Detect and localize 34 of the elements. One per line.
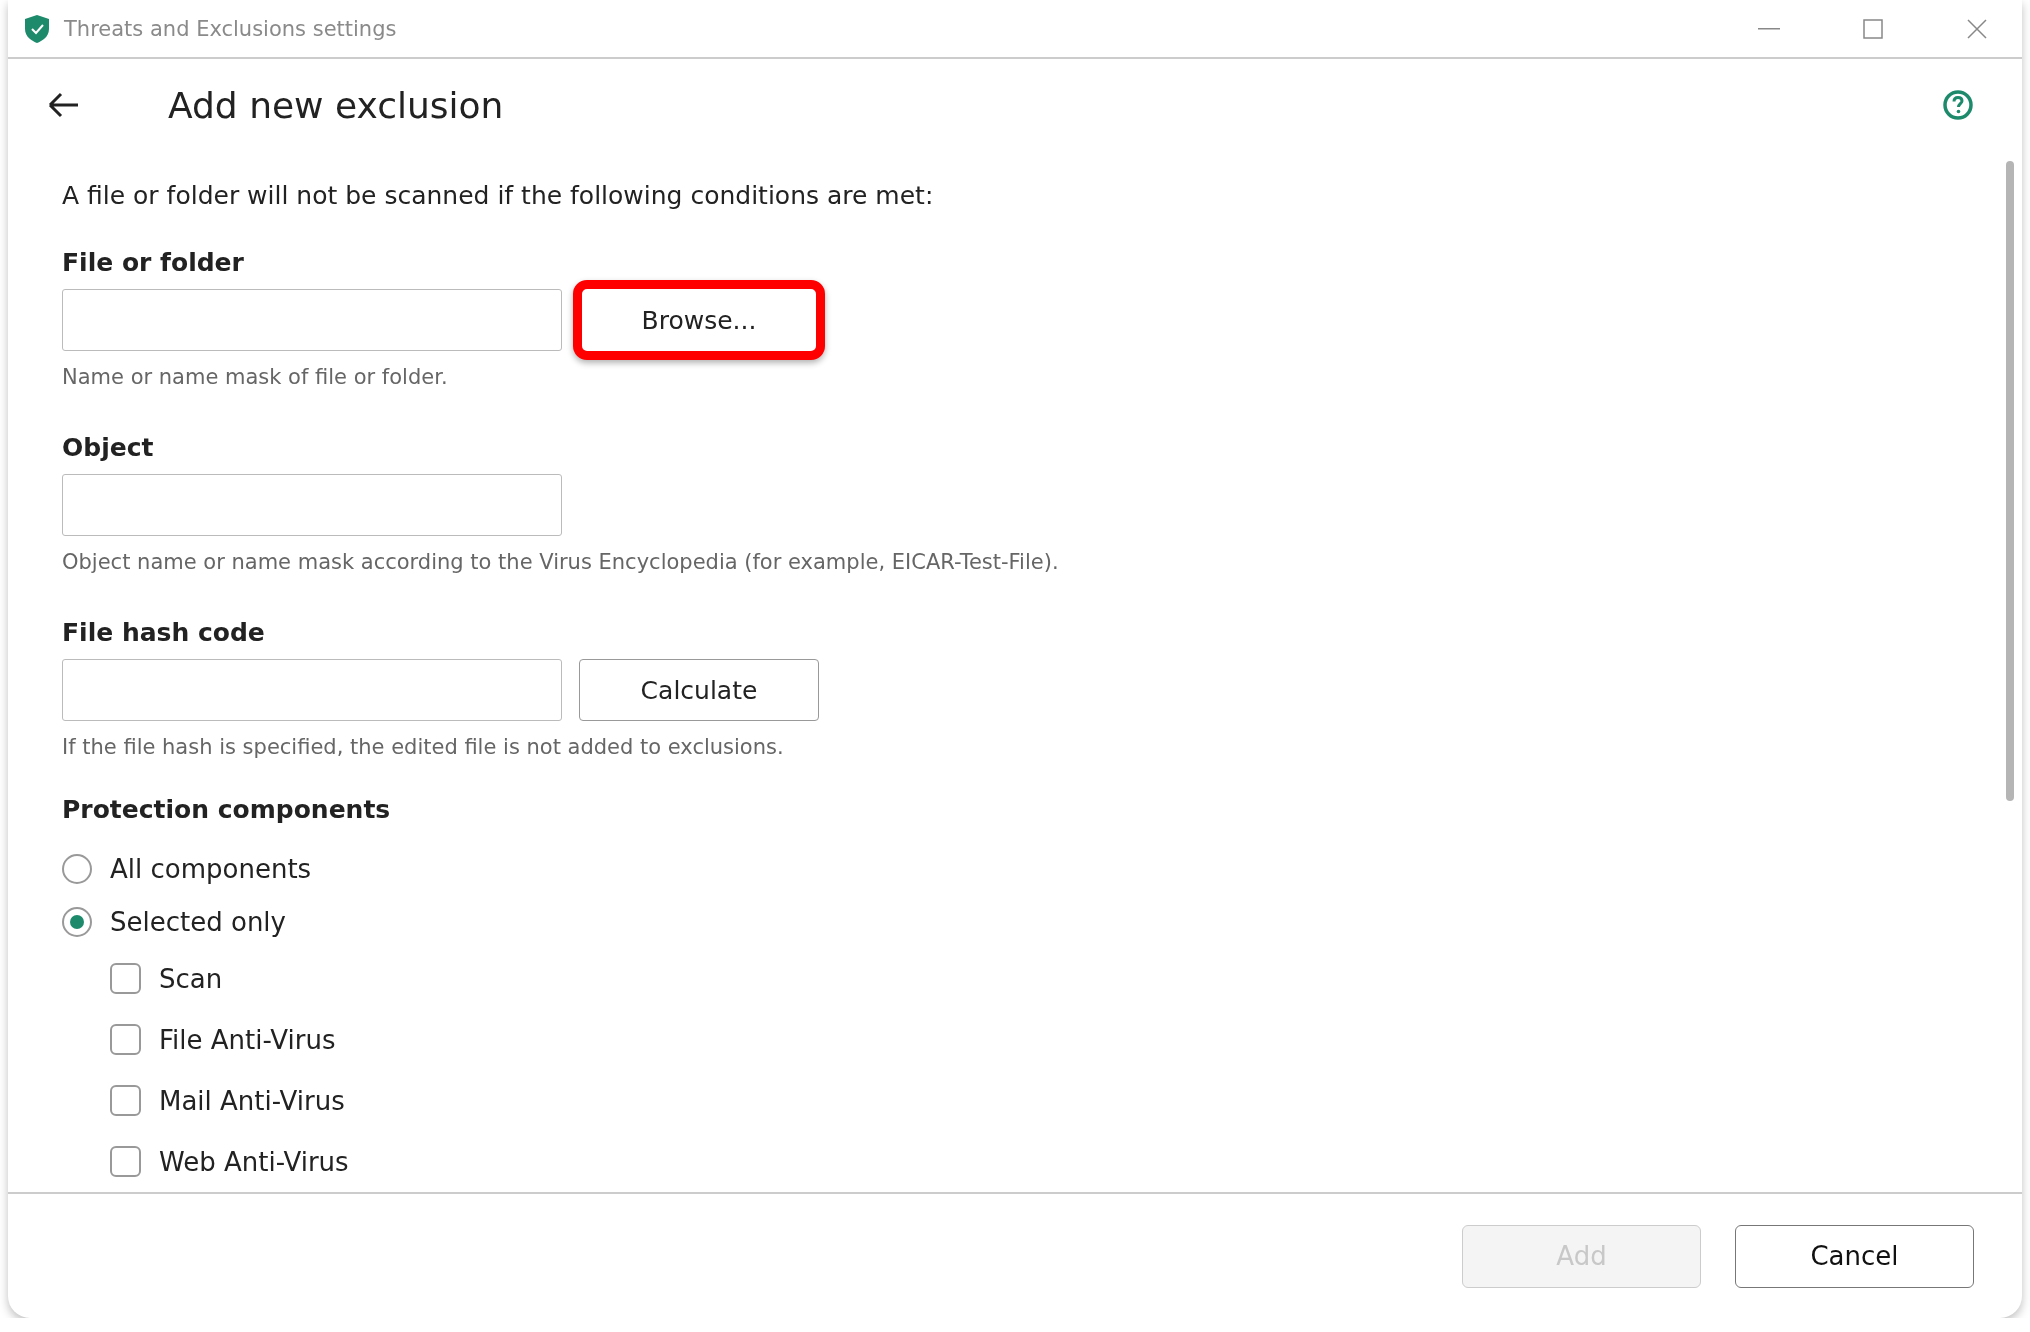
checkbox[interactable] [110,1085,141,1117]
checkbox-label: Scan [159,963,223,994]
section-title: Protection components [62,795,392,824]
field-label: File hash code [62,618,266,647]
checkbox-label: Mail Anti-Virus [159,1085,345,1116]
input-field[interactable] [62,659,562,721]
close-icon[interactable] [1967,18,1987,39]
highlighted-button[interactable]: Browse... [573,280,825,360]
maximize-icon[interactable] [1863,18,1883,39]
option-label: All components [110,853,312,884]
hint-text: Object name or name mask according to the Virus Encyclopedia (for example, EICAR-Test-File). [62,550,1060,574]
input-field[interactable] [62,289,562,351]
option-label: Selected only [110,906,286,937]
minimize-icon[interactable] [1758,27,1780,30]
hint-text: Name or name mask of file or folder. [62,365,449,389]
intro-text: A file or folder will not be scanned if the following conditions are met: [62,181,935,210]
help-icon[interactable] [1942,89,1974,121]
input-field[interactable] [62,474,562,536]
checkbox[interactable] [110,963,141,995]
page-title: Add new exclusion [168,84,505,126]
window-title: Threats and Exclusions settings [64,16,398,41]
radio-button[interactable] [62,906,92,937]
field-label: File or folder [62,248,245,277]
checkbox-label: File Anti-Virus [159,1024,336,1055]
hint-text: If the file hash is specified, the edited file is not added to exclusions. [62,735,785,759]
field-label: Object [62,433,155,462]
shield-icon [24,13,50,44]
scrollbar-thumb[interactable] [2006,161,2014,801]
checkbox-label: Web Anti-Virus [159,1146,349,1177]
checkbox[interactable] [110,1024,141,1056]
radio-button[interactable] [62,853,92,884]
checkbox[interactable] [110,1146,141,1178]
action-button[interactable]: Calculate [579,659,819,721]
footer-button[interactable]: Cancel [1735,1224,1974,1288]
